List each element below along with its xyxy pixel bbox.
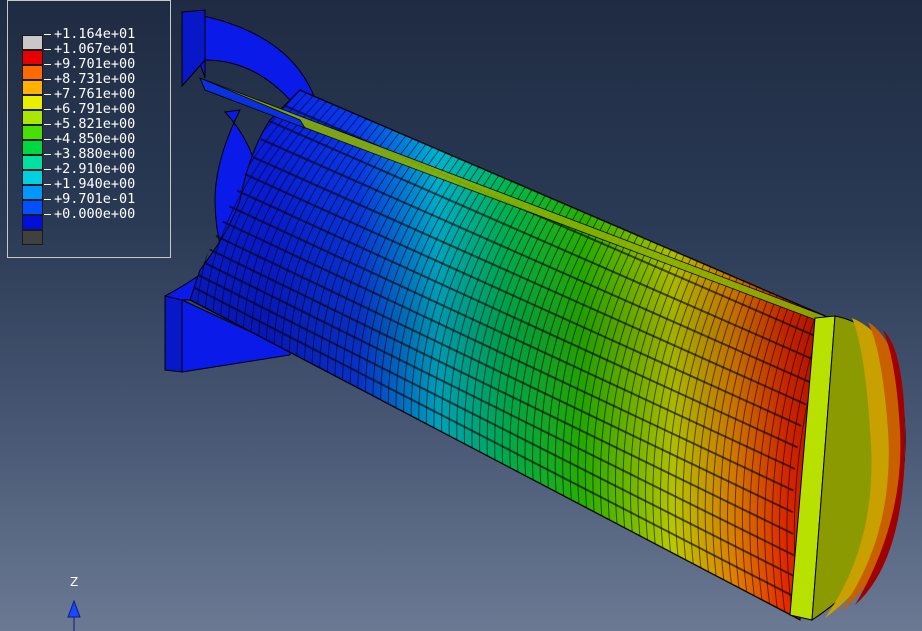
flange-rim-top [181, 9, 206, 88]
axis-triad: Z [60, 575, 90, 631]
z-axis-arrow-icon [67, 599, 81, 631]
fea-model-viewport[interactable] [0, 0, 922, 631]
flange-lower [164, 295, 183, 373]
